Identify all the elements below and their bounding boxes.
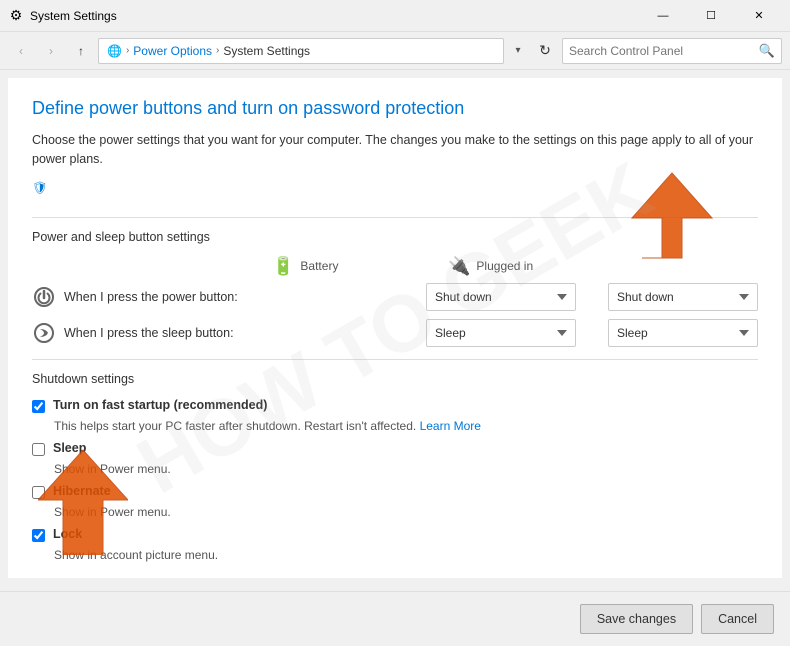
breadcrumb-dropdown-button[interactable]: ▾ xyxy=(508,38,528,64)
fast-startup-desc: This helps start your PC faster after sh… xyxy=(54,419,758,433)
shutdown-settings-header: Shutdown settings xyxy=(32,372,758,386)
sleep-icon-svg xyxy=(32,321,56,345)
hibernate-checkbox[interactable] xyxy=(32,486,45,499)
forward-button[interactable]: › xyxy=(38,38,64,64)
sleep-checkbox[interactable] xyxy=(32,443,45,456)
up-button[interactable]: ↑ xyxy=(68,38,94,64)
sleep-checkbox-row: Sleep xyxy=(32,441,758,456)
pluggedin-icon: 🔌 xyxy=(448,256,470,277)
battery-column-header: 🔋 Battery xyxy=(272,256,432,277)
refresh-button[interactable]: ↻ xyxy=(532,38,558,64)
section-divider-1 xyxy=(32,217,758,218)
window-controls: — ☐ ✕ xyxy=(640,0,782,32)
sleep-checkbox-desc: Show in Power menu. xyxy=(54,462,758,476)
sleep-button-row: When I press the sleep button: Sleep Shu… xyxy=(32,319,758,347)
sleep-button-battery-select[interactable]: Sleep Shut down Hibernate Turn off the d… xyxy=(426,319,576,347)
hibernate-checkbox-row: Hibernate xyxy=(32,484,758,499)
breadcrumb-sep-2: › xyxy=(216,45,219,56)
breadcrumb-home-icon: 🌐 xyxy=(107,44,122,58)
power-button-icon xyxy=(32,285,56,309)
breadcrumb-current: System Settings xyxy=(223,44,310,58)
page-description: Choose the power settings that you want … xyxy=(32,131,758,169)
power-button-row: When I press the power button: Shut down… xyxy=(32,283,758,311)
minimize-button[interactable]: — xyxy=(640,0,686,32)
shutdown-section: Shutdown settings Turn on fast startup (… xyxy=(32,372,758,562)
title-bar: ⚙ System Settings — ☐ ✕ xyxy=(0,0,790,32)
sleep-button-plugged-select[interactable]: Sleep Shut down Hibernate Turn off the d… xyxy=(608,319,758,347)
page-title: Define power buttons and turn on passwor… xyxy=(32,98,758,119)
battery-icon: 🔋 xyxy=(272,256,294,277)
maximize-button[interactable]: ☐ xyxy=(688,0,734,32)
pluggedin-label: Plugged in xyxy=(476,259,533,273)
lock-checkbox-label[interactable]: Lock xyxy=(53,527,82,541)
hibernate-checkbox-desc: Show in Power menu. xyxy=(54,505,758,519)
hibernate-checkbox-label[interactable]: Hibernate xyxy=(53,484,111,498)
close-button[interactable]: ✕ xyxy=(736,0,782,32)
sleep-button-label: When I press the sleep button: xyxy=(64,326,418,340)
window-title: System Settings xyxy=(30,9,640,23)
sleep-checkbox-label[interactable]: Sleep xyxy=(53,441,86,455)
section-divider-2 xyxy=(32,359,758,360)
power-icon-svg xyxy=(32,285,56,309)
fast-startup-label[interactable]: Turn on fast startup (recommended) xyxy=(53,398,267,412)
lock-checkbox-desc: Show in account picture menu. xyxy=(54,548,758,562)
lock-checkbox[interactable] xyxy=(32,529,45,542)
app-icon: ⚙ xyxy=(8,8,24,24)
search-box: 🔍 xyxy=(562,38,782,64)
power-button-battery-select[interactable]: Shut down Sleep Hibernate Turn off the d… xyxy=(426,283,576,311)
fast-startup-checkbox[interactable] xyxy=(32,400,45,413)
battery-label: Battery xyxy=(300,259,338,273)
back-button[interactable]: ‹ xyxy=(8,38,34,64)
sleep-button-icon xyxy=(32,321,56,345)
save-changes-button[interactable]: Save changes xyxy=(580,604,693,634)
power-sleep-header: Power and sleep button settings xyxy=(32,230,758,244)
column-headers: 🔋 Battery 🔌 Plugged in xyxy=(272,256,758,277)
power-button-plugged-select[interactable]: Shut down Sleep Hibernate Turn off the d… xyxy=(608,283,758,311)
breadcrumb-bar: 🌐 › Power Options › System Settings xyxy=(98,38,504,64)
search-input[interactable] xyxy=(569,44,755,58)
change-settings-link[interactable]: 🛡 xyxy=(32,181,758,197)
main-content: Define power buttons and turn on passwor… xyxy=(8,78,782,578)
power-button-label: When I press the power button: xyxy=(64,290,418,304)
breadcrumb-sep-1: › xyxy=(126,45,129,56)
shield-icon: 🛡 xyxy=(32,181,48,197)
bottom-bar: Save changes Cancel xyxy=(0,591,790,646)
pluggedin-column-header: 🔌 Plugged in xyxy=(448,256,608,277)
nav-bar: ‹ › ↑ 🌐 › Power Options › System Setting… xyxy=(0,32,790,70)
breadcrumb-power-options[interactable]: Power Options xyxy=(133,44,212,58)
learn-more-link[interactable]: Learn More xyxy=(420,419,481,433)
lock-checkbox-row: Lock xyxy=(32,527,758,542)
cancel-button[interactable]: Cancel xyxy=(701,604,774,634)
fast-startup-row: Turn on fast startup (recommended) xyxy=(32,398,758,413)
search-icon: 🔍 xyxy=(759,43,775,59)
